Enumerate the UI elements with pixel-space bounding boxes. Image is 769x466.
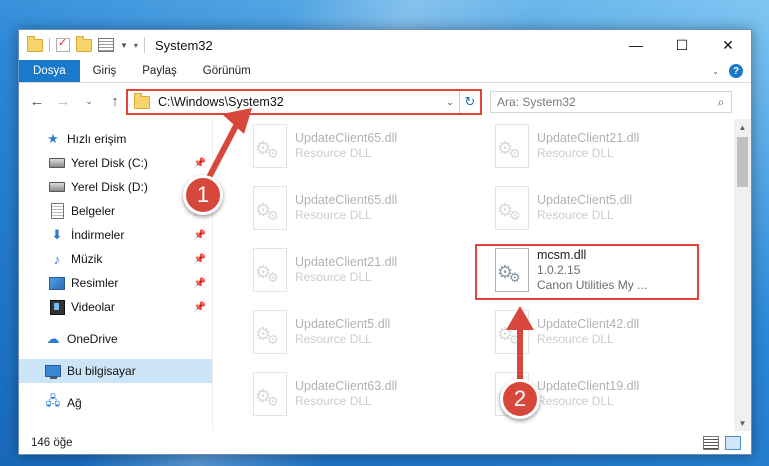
file-tile[interactable]: ⚙ ⚙ UpdateClient65.dll Resource DLL — [243, 119, 473, 173]
scroll-down-icon[interactable]: ▼ — [734, 415, 751, 431]
item-count: 146 öğe — [31, 437, 73, 449]
file-list: ⚙ ⚙ UpdateClient65.dll Resource DLL ⚙ ⚙ Upd… — [231, 119, 729, 431]
music-icon: ♪ — [53, 251, 61, 267]
properties-icon[interactable] — [98, 38, 114, 52]
sidebar-item-network[interactable]: 🖧 Ağ — [19, 391, 212, 415]
file-company: Canon Utilities My ... — [537, 277, 648, 292]
address-bar[interactable]: C:\Windows\System32 ⌄ ↻ — [126, 89, 482, 115]
dll-file-icon: ⚙ ⚙ — [491, 124, 531, 168]
chevron-down-icon[interactable]: ▼ — [120, 41, 128, 50]
dll-file-icon: ⚙ ⚙ — [249, 310, 289, 354]
tab-home[interactable]: Giriş — [80, 60, 130, 82]
large-icons-view-icon[interactable] — [725, 436, 741, 450]
title-bar: ▼ ▾ System32 — ☐ ✕ — [19, 30, 751, 60]
pin-icon: 📌 — [193, 205, 206, 217]
pictures-icon — [49, 276, 65, 290]
dll-file-icon: ⚙ ⚙ — [491, 372, 531, 416]
back-button[interactable]: ← — [25, 89, 49, 113]
file-version: 1.0.2.15 — [537, 262, 581, 277]
minimize-button[interactable]: — — [613, 30, 659, 60]
content-area: ★ Hızlı erişim Yerel Disk (C:) 📌 Yerel D… — [19, 119, 751, 431]
sidebar-item-downloads[interactable]: ⬇ İndirmeler 📌 — [19, 223, 212, 247]
file-tile[interactable]: ⚙ ⚙ UpdateClient5.dll Resource DLL — [485, 181, 715, 235]
ribbon-tabs: Dosya Giriş Paylaş Görünüm ⌄ ? — [19, 60, 751, 83]
help-icon[interactable]: ? — [729, 64, 743, 78]
sidebar-item-local-disk-d[interactable]: Yerel Disk (D:) — [19, 175, 212, 199]
refresh-icon[interactable]: ↻ — [459, 91, 480, 113]
new-folder-icon[interactable] — [76, 35, 92, 52]
downloads-icon: ⬇ — [51, 227, 63, 242]
customize-toolbar-icon[interactable]: ▾ — [134, 41, 138, 50]
file-explorer-window: ▼ ▾ System32 — ☐ ✕ Dosya Giriş Paylaş Gö… — [18, 29, 752, 455]
sidebar-item-music[interactable]: ♪ Müzik 📌 — [19, 247, 212, 271]
disk-icon — [49, 182, 65, 192]
recent-locations-button[interactable]: ⌄ — [77, 89, 101, 113]
file-tile[interactable]: ⚙ ⚙ UpdateClient21.dll Resource DLL — [485, 119, 715, 173]
tab-view[interactable]: Görünüm — [190, 60, 264, 82]
sidebar-item-videos[interactable]: Videolar 📌 — [19, 295, 212, 319]
sidebar-item-onedrive[interactable]: ☁ OneDrive — [19, 327, 212, 351]
dll-file-icon: ⚙ ⚙ — [491, 186, 531, 230]
pin-icon: 📌 — [193, 157, 206, 169]
status-bar: 146 öğe — [19, 432, 751, 454]
disk-icon — [49, 158, 65, 168]
dll-file-icon: ⚙ ⚙ — [491, 310, 531, 354]
address-dropdown-icon[interactable]: ⌄ — [441, 97, 459, 108]
file-tile-mcsm-dll[interactable]: ⚙ ⚙ mcsm.dll 1.0.2.15 Canon Utilities My … — [485, 243, 715, 297]
file-tile[interactable]: ⚙ ⚙ UpdateClient63.dll Resource DLL — [243, 367, 473, 421]
search-box[interactable]: ⌕ — [490, 91, 732, 113]
sidebar-item-quick-access[interactable]: ★ Hızlı erişim — [19, 127, 212, 151]
navigation-pane: ★ Hızlı erişim Yerel Disk (C:) 📌 Yerel D… — [19, 119, 212, 431]
scroll-thumb[interactable] — [737, 137, 748, 187]
tab-file[interactable]: Dosya — [19, 60, 80, 82]
pin-icon: 📌 — [193, 277, 206, 289]
details-view-icon[interactable] — [703, 436, 719, 450]
window-title: System32 — [154, 37, 213, 53]
star-icon: ★ — [47, 131, 59, 146]
close-button[interactable]: ✕ — [705, 30, 751, 60]
up-button[interactable]: ↑ — [103, 89, 127, 113]
computer-icon — [45, 365, 61, 379]
file-tile[interactable]: ⚙ ⚙ UpdateClient42.dll Resource DLL — [485, 305, 715, 359]
pin-icon: 📌 — [193, 229, 206, 241]
dll-file-icon: ⚙ ⚙ — [249, 248, 289, 292]
maximize-button[interactable]: ☐ — [659, 30, 705, 60]
sidebar-item-documents[interactable]: Belgeler 📌 — [19, 199, 212, 223]
file-tile[interactable]: ⚙ ⚙ UpdateClient65.dll Resource DLL — [243, 181, 473, 235]
file-name: mcsm.dll — [537, 247, 587, 262]
sidebar-item-local-disk-c[interactable]: Yerel Disk (C:) 📌 — [19, 151, 212, 175]
window-controls: — ☐ ✕ — [613, 30, 751, 60]
folder-icon — [134, 92, 150, 109]
scroll-up-icon[interactable]: ▲ — [734, 119, 751, 135]
documents-icon — [50, 203, 64, 219]
folder-icon — [27, 35, 43, 52]
dll-file-icon: ⚙ ⚙ — [249, 124, 289, 168]
file-tile[interactable]: ⚙ ⚙ UpdateClient21.dll Resource DLL — [243, 243, 473, 297]
search-icon[interactable]: ⌕ — [711, 95, 731, 110]
expand-ribbon-icon[interactable]: ⌄ — [712, 67, 719, 76]
file-tile[interactable]: ⚙ ⚙ UpdateClient19.dll Resource DLL — [485, 367, 715, 421]
dll-file-icon: ⚙ ⚙ — [249, 186, 289, 230]
vertical-scrollbar[interactable]: ▲ ▼ — [734, 119, 751, 431]
forward-button[interactable]: → — [51, 89, 75, 113]
dll-file-icon: ⚙ ⚙ — [249, 372, 289, 416]
pin-icon: 📌 — [193, 253, 206, 265]
properties-check-icon[interactable] — [56, 36, 70, 52]
sidebar-item-pictures[interactable]: Resimler 📌 — [19, 271, 212, 295]
dll-file-icon: ⚙ ⚙ — [491, 248, 531, 292]
file-tile[interactable]: ⚙ ⚙ UpdateClient5.dll Resource DLL — [243, 305, 473, 359]
pin-icon: 📌 — [193, 301, 206, 313]
tab-share[interactable]: Paylaş — [129, 60, 190, 82]
search-input[interactable] — [491, 94, 711, 110]
videos-icon — [49, 299, 65, 315]
network-icon: 🖧 — [45, 393, 61, 408]
quick-access-toolbar: ▼ ▾ — [19, 35, 138, 52]
cloud-icon: ☁ — [46, 331, 60, 346]
address-path[interactable]: C:\Windows\System32 — [158, 95, 441, 109]
sidebar-item-this-pc[interactable]: Bu bilgisayar — [19, 359, 212, 383]
